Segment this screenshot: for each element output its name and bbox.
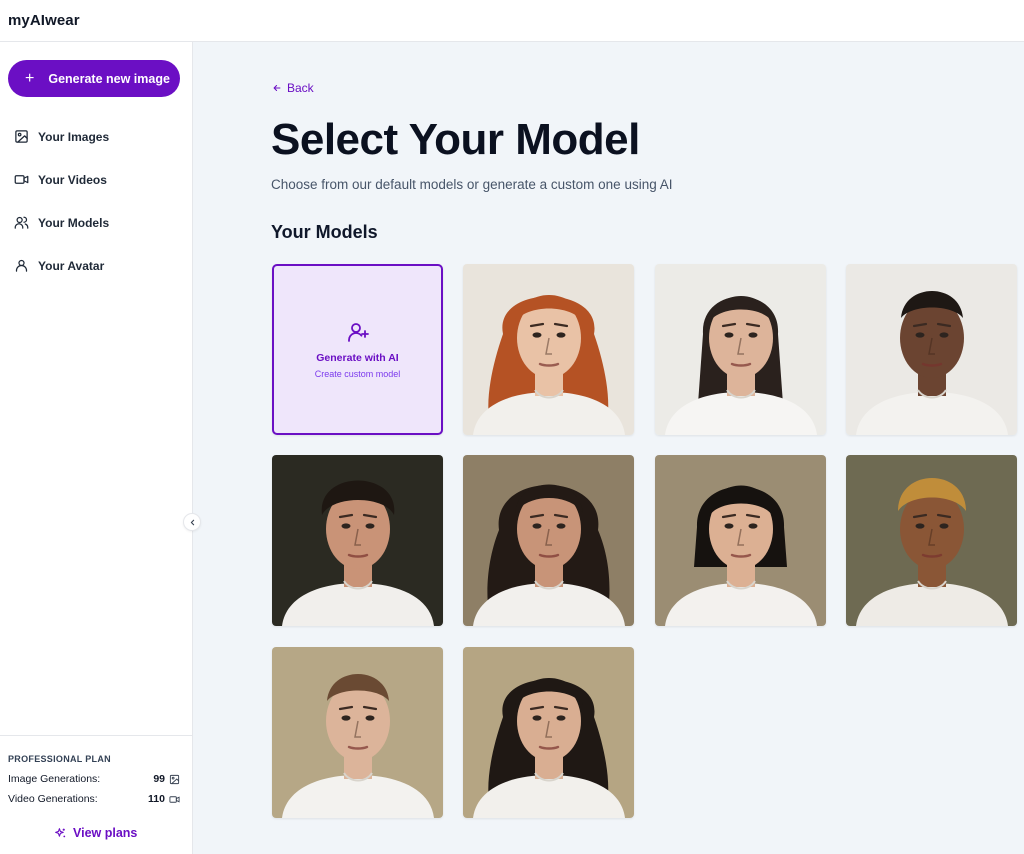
model-tile[interactable] xyxy=(463,455,634,626)
model-portrait xyxy=(655,455,826,626)
user-icon xyxy=(15,259,28,272)
model-portrait xyxy=(655,264,826,435)
model-tile[interactable] xyxy=(846,455,1017,626)
sidebar-item-videos[interactable]: Your Videos xyxy=(0,158,192,201)
sidebar: + Generate new image Your Images Your Vi… xyxy=(0,42,193,854)
sidebar-item-label: Your Images xyxy=(38,129,110,144)
sidebar-item-images[interactable]: Your Images xyxy=(0,115,192,158)
view-plans-label: View plans xyxy=(73,826,138,840)
model-portrait xyxy=(463,264,634,435)
main-content: Back Select Your Model Choose from our d… xyxy=(193,42,1024,854)
model-tile[interactable] xyxy=(463,264,634,435)
video-generations-label: Video Generations: xyxy=(8,793,98,805)
page-subtitle: Choose from our default models or genera… xyxy=(271,177,673,192)
sidebar-item-label: Your Avatar xyxy=(38,258,105,273)
image-generations-count: 99 xyxy=(153,773,165,785)
users-icon xyxy=(14,216,29,229)
image-icon xyxy=(15,130,28,143)
generate-with-ai-sublabel: Create custom model xyxy=(314,369,401,379)
generate-new-image-label: Generate new image xyxy=(48,71,170,86)
sidebar-item-label: Your Models xyxy=(38,215,110,230)
back-label: Back xyxy=(287,81,314,95)
model-portrait xyxy=(463,455,634,626)
plan-title: PROFESSIONAL PLAN xyxy=(8,754,111,764)
sidebar-item-avatar[interactable]: Your Avatar xyxy=(0,244,192,287)
app-title: myAIwear xyxy=(8,12,80,29)
back-link[interactable]: Back xyxy=(272,81,314,95)
view-plans-link[interactable]: View plans xyxy=(54,826,137,840)
collapse-sidebar-button[interactable] xyxy=(183,513,201,531)
sidebar-item-label: Your Videos xyxy=(38,172,107,187)
user-plus-icon xyxy=(347,323,369,342)
sidebar-nav: Your Images Your Videos Your Models Your… xyxy=(0,115,192,287)
plan-panel: PROFESSIONAL PLAN Image Generations: 99 … xyxy=(0,735,192,854)
model-tile[interactable] xyxy=(463,647,634,818)
model-portrait xyxy=(463,647,634,818)
sidebar-item-models[interactable]: Your Models xyxy=(0,201,192,244)
generate-with-ai-label: Generate with AI xyxy=(316,352,399,364)
image-generations-row: Image Generations: 99 xyxy=(8,773,180,785)
video-generations-count: 110 xyxy=(148,793,165,805)
model-tile[interactable] xyxy=(272,647,443,818)
chevron-left-icon xyxy=(190,519,194,525)
top-bar: myAIwear xyxy=(0,0,1024,42)
video-icon xyxy=(169,795,180,803)
model-tile[interactable] xyxy=(655,455,826,626)
section-title: Your Models xyxy=(271,222,378,242)
image-icon xyxy=(169,774,180,784)
model-tile[interactable] xyxy=(655,264,826,435)
video-generations-row: Video Generations: 110 xyxy=(8,793,180,805)
generate-with-ai-tile[interactable]: Generate with AI Create custom model xyxy=(272,264,443,435)
model-tile[interactable] xyxy=(846,264,1017,435)
model-portrait xyxy=(846,455,1017,626)
model-portrait xyxy=(272,455,443,626)
arrow-left-icon xyxy=(273,84,281,92)
model-portrait xyxy=(272,647,443,818)
model-portrait xyxy=(846,264,1017,435)
video-icon xyxy=(14,175,29,184)
generate-new-image-button[interactable]: + Generate new image xyxy=(8,60,180,97)
page-title: Select Your Model xyxy=(271,115,640,164)
model-tile[interactable] xyxy=(272,455,443,626)
plus-icon: + xyxy=(25,69,35,87)
image-generations-label: Image Generations: xyxy=(8,773,101,785)
sparkles-icon xyxy=(55,827,66,837)
